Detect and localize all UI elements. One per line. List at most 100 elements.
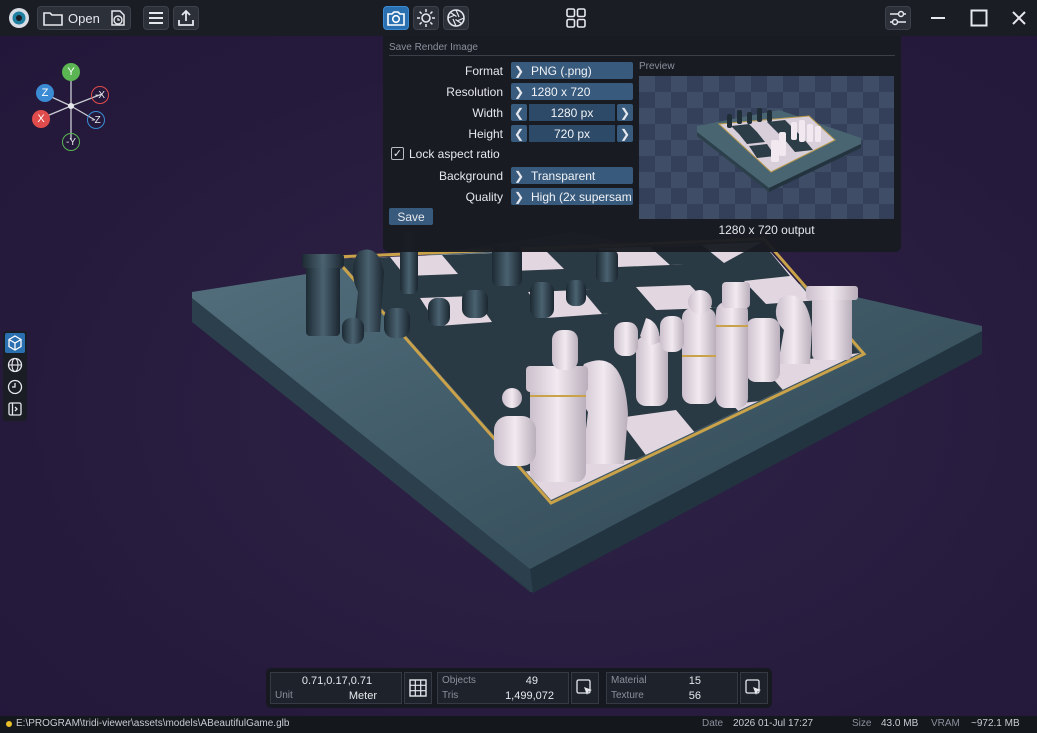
axis-neg-y-label[interactable]: -Y (62, 133, 80, 151)
width-decrement-button[interactable]: ❮ (511, 104, 527, 121)
aperture-button[interactable] (443, 6, 469, 30)
app-logo-icon[interactable] (6, 6, 32, 30)
save-button[interactable]: Save (389, 208, 433, 225)
quality-select[interactable]: ❯ High (2x supersam (511, 188, 633, 205)
status-bar: E:\PROGRAM\tridi-viewer\assets\models\AB… (0, 716, 1037, 733)
layout-grid-button[interactable] (563, 6, 589, 30)
axis-neg-z-label[interactable]: -Z (87, 111, 105, 129)
close-button[interactable] (1006, 6, 1032, 30)
status-dot (6, 721, 12, 727)
objects-value: 49 (525, 675, 538, 687)
aperture-icon (447, 9, 465, 27)
axis-z-label[interactable]: Z (36, 84, 54, 102)
format-value: PNG (.png) (531, 63, 592, 78)
lock-aspect-checkbox[interactable]: ✓ (391, 147, 404, 160)
axis-neg-x-label[interactable]: -X (91, 86, 109, 104)
tris-label: Tris (442, 690, 459, 701)
preview-image (639, 76, 894, 219)
quality-label: Quality (465, 190, 503, 204)
globe-icon (7, 357, 23, 373)
geometry-stats-box: Objects 49 Tris 1,499,072 (437, 672, 569, 704)
panel-toggle-button[interactable] (5, 399, 25, 419)
date-label: Date (702, 718, 724, 729)
background-label: Background (438, 169, 503, 183)
sliders-icon (890, 10, 906, 26)
preview-caption: 1280 x 720 output (718, 223, 815, 237)
cursor-select-icon (745, 679, 761, 695)
sun-icon (417, 9, 435, 27)
select-material-button[interactable] (740, 672, 768, 704)
width-value[interactable]: 1280 px (529, 104, 615, 121)
minimize-button[interactable] (925, 6, 951, 30)
axis-x-label[interactable]: X (32, 110, 50, 128)
model-view-button[interactable] (5, 333, 25, 353)
chevron-right-icon: ❯ (513, 168, 525, 183)
cube-icon (8, 335, 22, 351)
resolution-value: 1280 x 720 (531, 84, 591, 99)
height-decrement-button[interactable]: ❮ (511, 125, 527, 142)
sidebar-toggle-icon (8, 402, 22, 416)
render-camera-button[interactable] (383, 6, 409, 30)
size-label: Size (852, 718, 872, 729)
size-value: 43.0 MB (881, 718, 919, 729)
preview-label: Preview (639, 61, 675, 72)
clock-icon (7, 379, 23, 395)
height-value[interactable]: 720 px (529, 125, 615, 142)
save-render-panel: Save Render Image Format ❯ PNG (.png) Re… (383, 36, 901, 252)
hamburger-menu-icon (149, 12, 163, 24)
settings-button[interactable] (885, 6, 911, 30)
material-value: 15 (688, 675, 701, 687)
resolution-label: Resolution (446, 85, 503, 99)
animation-button[interactable] (5, 377, 25, 397)
menu-button[interactable] (143, 6, 169, 30)
open-button[interactable]: Open (37, 6, 131, 30)
select-object-button[interactable] (571, 672, 599, 704)
preview-chessboard (697, 108, 861, 192)
close-icon (1012, 11, 1026, 25)
width-increment-button[interactable]: ❯ (617, 104, 633, 121)
left-tool-strip (3, 331, 27, 421)
height-increment-button[interactable]: ❯ (617, 125, 633, 142)
grid-layout-icon (566, 8, 586, 28)
format-label: Format (464, 64, 503, 78)
height-label: Height (468, 127, 503, 141)
height-stepper[interactable]: ❮ 720 px ❯ (511, 125, 633, 142)
grid-toggle-button[interactable] (404, 672, 432, 704)
minimize-icon (931, 17, 945, 19)
date-value: 2026 01-Jul 17:27 (733, 718, 814, 729)
chevron-right-icon: ❯ (513, 189, 525, 204)
axis-gizmo[interactable]: Y -X Z X -Z -Y (28, 60, 118, 155)
scene-stats-panel: 0.71,0.17,0.71 Unit Meter Objects 49 Tri… (266, 668, 772, 708)
texture-label: Texture (611, 690, 644, 701)
tris-value: 1,499,072 (505, 690, 554, 702)
lighting-button[interactable] (413, 6, 439, 30)
grid-icon (409, 679, 427, 697)
width-stepper[interactable]: ❮ 1280 px ❯ (511, 104, 633, 121)
cursor-select-icon (576, 679, 592, 695)
unit-value[interactable]: Meter (349, 690, 377, 702)
panel-title: Save Render Image (389, 42, 478, 53)
coords-box: 0.71,0.17,0.71 Unit Meter (270, 672, 402, 704)
vram-label: VRAM (931, 718, 960, 729)
resolution-select[interactable]: ❯ 1280 x 720 (511, 83, 633, 100)
material-stats-box: Material 15 Texture 56 (606, 672, 738, 704)
camera-icon (387, 11, 405, 26)
lock-aspect-label[interactable]: Lock aspect ratio (409, 147, 500, 161)
environment-button[interactable] (5, 355, 25, 375)
texture-value: 56 (688, 690, 701, 702)
checkmark-icon: ✓ (392, 148, 403, 160)
vram-value: ~972.1 MB (971, 718, 1020, 729)
background-value: Transparent (531, 168, 596, 183)
quality-value: High (2x supersam (531, 189, 632, 204)
recent-files-icon[interactable] (108, 8, 128, 28)
panel-divider (389, 55, 895, 56)
folder-icon (43, 12, 63, 26)
file-path: E:\PROGRAM\tridi-viewer\assets\models\AB… (16, 718, 290, 729)
axis-y-label[interactable]: Y (62, 63, 80, 81)
maximize-icon (970, 9, 988, 27)
export-button[interactable] (173, 6, 199, 30)
format-select[interactable]: ❯ PNG (.png) (511, 62, 633, 79)
background-select[interactable]: ❯ Transparent (511, 167, 633, 184)
maximize-button[interactable] (966, 6, 992, 30)
chevron-right-icon: ❯ (513, 63, 525, 78)
